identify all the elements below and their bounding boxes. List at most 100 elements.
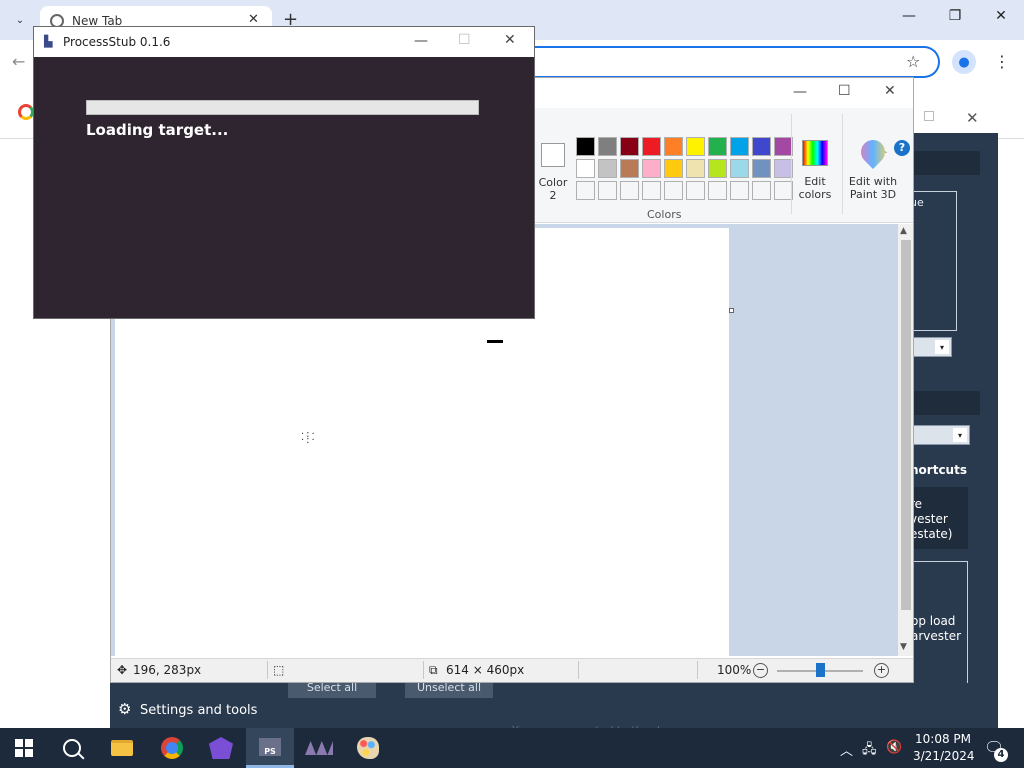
palette-swatch[interactable] (598, 159, 617, 178)
canvas-drawn-stroke (487, 340, 503, 343)
processstub-window: ▙ ProcessStub 0.1.6 — ☐ ✕ Loading target… (33, 26, 535, 319)
loading-status-text: Loading target... (86, 121, 229, 139)
palette-swatch[interactable] (730, 181, 749, 200)
palette-swatch[interactable] (620, 137, 639, 156)
palette-swatch[interactable] (708, 159, 727, 178)
taskbar-processstub[interactable]: PS (246, 728, 294, 768)
palette-swatch[interactable] (620, 159, 639, 178)
palette-swatch[interactable] (708, 181, 727, 200)
palette-swatch[interactable] (664, 181, 683, 200)
search-icon (63, 739, 81, 757)
dark-app-dropdown-1[interactable]: ▾ (910, 337, 952, 357)
volume-muted-icon[interactable]: 🔇 (886, 740, 902, 755)
taskbar-chrome[interactable] (148, 728, 196, 768)
paint-close-button[interactable]: ✕ (884, 83, 896, 99)
paint-status-bar: ✥ 196, 283px ⬚ ⧉ 614 × 460px 100% − + (111, 658, 913, 682)
start-button[interactable] (0, 728, 48, 768)
palette-swatch[interactable] (576, 159, 595, 178)
palette-swatch[interactable] (730, 137, 749, 156)
bookmark-star-icon[interactable]: ☆ (906, 52, 920, 71)
settings-and-tools-button[interactable]: ⚙ Settings and tools (118, 700, 257, 718)
dark-app-restore-icon[interactable] (924, 111, 934, 121)
network-icon[interactable]: 🖧 (862, 740, 877, 762)
palette-swatch[interactable] (686, 159, 705, 178)
scroll-up-icon[interactable]: ▲ (900, 226, 907, 236)
palette-swatch[interactable] (576, 181, 595, 200)
processstub-maximize-button: ☐ (458, 32, 471, 48)
tab-search-button[interactable]: ⌄ (8, 8, 32, 32)
canvas-resize-handle[interactable] (729, 308, 734, 313)
address-bar[interactable] (520, 46, 940, 78)
shortcut-stop-line-2: arvester (911, 629, 962, 643)
scroll-thumb[interactable] (901, 240, 911, 610)
chrome-menu-icon[interactable]: ⋮ (994, 52, 1010, 71)
zoom-level: 100% (717, 663, 752, 677)
chrome-minimize-button[interactable]: — (894, 8, 924, 24)
palette-swatch[interactable] (686, 181, 705, 200)
palette-swatch[interactable] (664, 137, 683, 156)
taskbar-file-explorer[interactable] (98, 728, 146, 768)
taskbar-search-button[interactable] (48, 728, 96, 768)
dark-app-dropdown-2[interactable]: ▾ (910, 425, 970, 445)
processstub-minimize-button[interactable]: — (414, 33, 428, 49)
cursor-position-icon: ✥ (117, 663, 128, 677)
zoom-slider-thumb[interactable] (816, 663, 825, 677)
processstub-app-icon: ▙ (44, 35, 53, 48)
paint-minimize-button[interactable]: — (793, 84, 807, 100)
colors-group-label: Colors (647, 208, 682, 221)
chrome-restore-button[interactable]: ❐ (940, 8, 970, 24)
clock-date[interactable]: 3/21/2024 (913, 749, 975, 763)
scroll-down-icon[interactable]: ▼ (900, 642, 907, 652)
processstub-icon: PS (259, 737, 281, 756)
palette-swatch[interactable] (752, 159, 771, 178)
taskbar-paint[interactable] (344, 728, 392, 768)
help-icon[interactable]: ? (894, 140, 910, 156)
tray-overflow-chevron-icon[interactable]: ︿ (840, 740, 853, 759)
paint-vertical-scrollbar[interactable]: ▲ ▼ (898, 224, 913, 656)
color2-swatch[interactable] (541, 143, 565, 167)
palette-swatch[interactable] (598, 181, 617, 200)
processstub-title: ProcessStub 0.1.6 (63, 35, 171, 49)
tab-close-icon[interactable]: ✕ (248, 12, 259, 27)
palette-swatch[interactable] (752, 137, 771, 156)
taskbar-game-app[interactable] (197, 728, 245, 768)
palette-swatch[interactable] (664, 159, 683, 178)
cursor-position: 196, 283px (133, 663, 202, 677)
processstub-close-button[interactable]: ✕ (504, 32, 516, 48)
zoom-in-button[interactable]: + (874, 663, 889, 678)
palette-swatch[interactable] (598, 137, 617, 156)
settings-label: Settings and tools (140, 703, 258, 718)
paint-maximize-button[interactable]: ☐ (838, 83, 851, 99)
ribbon-separator (791, 114, 792, 214)
palette-swatch[interactable] (642, 137, 661, 156)
profile-avatar-icon[interactable]: ● (952, 50, 976, 74)
google-apps-icon[interactable] (18, 104, 34, 120)
dark-app-close-icon[interactable]: ✕ (966, 109, 979, 127)
back-arrow-icon[interactable]: ← (12, 52, 25, 71)
edit-colors-button-label[interactable]: Edit colors (795, 175, 835, 201)
chrome-icon (161, 737, 183, 759)
notification-count-badge: 4 (994, 748, 1008, 762)
palette-swatch[interactable] (642, 159, 661, 178)
windows-taskbar: PS ︿ 🖧 🔇 10:08 PM 3/21/2024 🗨 (0, 728, 1024, 768)
status-separator (697, 661, 698, 679)
palette-swatch[interactable] (752, 181, 771, 200)
palette-swatch[interactable] (642, 181, 661, 200)
edit-colors-icon[interactable] (802, 140, 828, 166)
edit-with-paint3d-label[interactable]: Edit with Paint 3D (847, 175, 899, 201)
palette-swatch[interactable] (708, 137, 727, 156)
clock-time[interactable]: 10:08 PM (915, 732, 971, 746)
zoom-out-button[interactable]: − (753, 663, 768, 678)
palette-swatch[interactable] (620, 181, 639, 200)
shortcut-line-3: estate) (910, 527, 953, 541)
canvas-size: 614 × 460px (446, 663, 525, 677)
palette-swatch[interactable] (730, 159, 749, 178)
chrome-close-button[interactable]: ✕ (986, 8, 1016, 24)
palette-swatch[interactable] (576, 137, 595, 156)
selection-size-icon: ⬚ (273, 663, 285, 677)
palette-swatch[interactable] (686, 137, 705, 156)
taskbar-vs-app[interactable] (295, 728, 343, 768)
windows-logo-icon (15, 739, 33, 757)
canvas-size-icon: ⧉ (429, 663, 438, 677)
vs-app-icon (305, 741, 333, 755)
